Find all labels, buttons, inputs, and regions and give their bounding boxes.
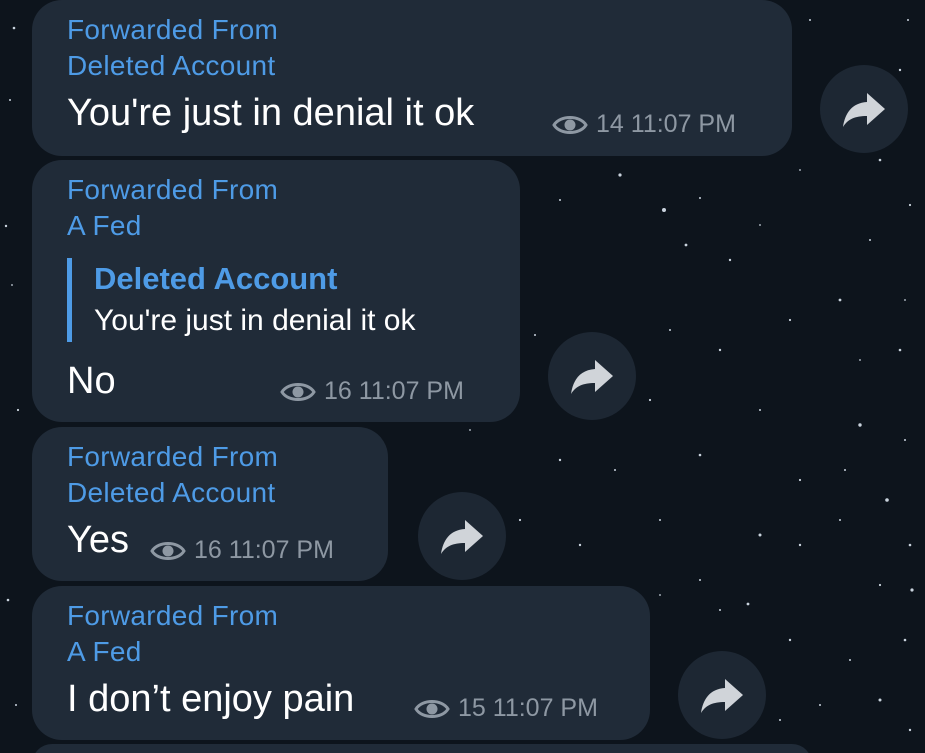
view-count: 15	[458, 694, 486, 722]
reply-quote[interactable]: Deleted Account You're just in denial it…	[67, 258, 416, 342]
forwarded-from-link[interactable]: A Fed	[67, 208, 142, 244]
message-text: No	[67, 360, 116, 402]
share-button[interactable]	[548, 332, 636, 420]
eye-icon	[414, 699, 450, 718]
message-meta: 16 11:07 PM	[150, 536, 334, 565]
message-time: 11:07 PM	[630, 110, 736, 138]
forwarded-from-link[interactable]: Deleted Account	[67, 48, 275, 84]
message-time: 11:07 PM	[358, 377, 464, 405]
message-text: You're just in denial it ok	[67, 92, 475, 134]
message-bubble[interactable]: Forwarded From A Fed I don’t enjoy pain …	[32, 586, 650, 740]
message-meta: 14 11:07 PM	[552, 110, 736, 139]
forwarded-label: Forwarded From	[67, 441, 279, 472]
share-arrow-icon	[701, 679, 743, 713]
forwarded-from-link[interactable]: A Fed	[67, 634, 142, 670]
message-bubble[interactable]: Forwarded From Deleted Account Yes 16 11…	[32, 427, 388, 581]
eye-icon	[280, 382, 316, 401]
message-meta: 15 11:07 PM	[414, 694, 598, 723]
message-time: 11:07 PM	[228, 536, 334, 564]
reply-text: You're just in denial it ok	[94, 304, 416, 337]
eye-icon	[150, 541, 186, 560]
share-arrow-icon	[843, 93, 885, 127]
forwarded-label: Forwarded From	[67, 600, 279, 631]
forwarded-from-link[interactable]: Deleted Account	[67, 475, 275, 511]
forwarded-label: Forwarded From	[67, 174, 279, 205]
share-button[interactable]	[418, 492, 506, 580]
message-time: 11:07 PM	[492, 694, 598, 722]
view-count: 16	[324, 377, 352, 405]
share-arrow-icon	[571, 360, 613, 394]
message-bubble[interactable]: Forwarded From Deleted Account You're ju…	[32, 0, 792, 156]
eye-icon	[552, 115, 588, 134]
message-bubble[interactable]: Forwarded From A Fed Deleted Account You…	[32, 160, 520, 422]
share-button[interactable]	[678, 651, 766, 739]
view-count: 14	[596, 110, 624, 138]
share-arrow-icon	[441, 520, 483, 554]
message-text: Yes	[67, 519, 129, 561]
forwarded-label: Forwarded From	[67, 14, 279, 45]
message-meta: 16 11:07 PM	[280, 377, 464, 406]
message-text: I don’t enjoy pain	[67, 678, 355, 720]
message-bubble-partial[interactable]	[32, 744, 812, 753]
share-button[interactable]	[820, 65, 908, 153]
view-count: 16	[194, 536, 222, 564]
reply-author: Deleted Account	[94, 261, 338, 296]
